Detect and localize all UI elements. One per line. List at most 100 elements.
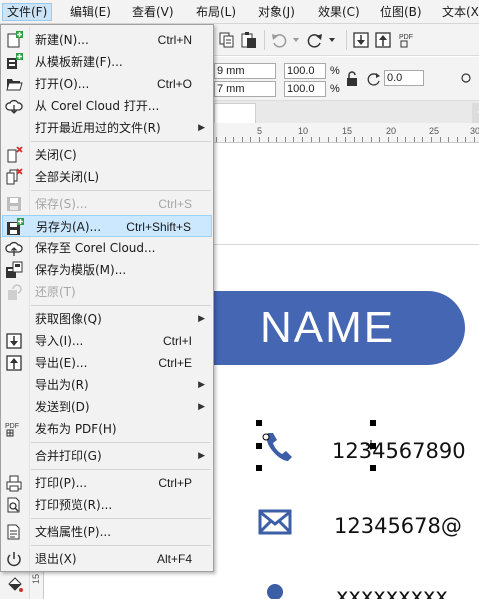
menu-item-revert[interactable]: 还原(T) — [2, 281, 212, 303]
add-tab-icon[interactable]: + — [472, 103, 479, 123]
vertical-ruler[interactable]: 15 — [30, 570, 44, 599]
email-text[interactable]: 12345678@ — [334, 514, 462, 538]
menu-item-send-to[interactable]: 发送到(D) ▶ — [2, 396, 212, 418]
submenu-arrow-icon: ▶ — [198, 451, 205, 461]
menu-item-export-as[interactable]: 导出为(R) ▶ — [2, 374, 212, 396]
menu-item-label: 获取图像(Q) — [35, 312, 102, 326]
menu-separator — [31, 305, 211, 306]
ruler-tick — [233, 137, 234, 142]
menu-item-exit[interactable]: 退出(X) Alt+F4 — [2, 548, 212, 570]
menu-effects[interactable]: 效果(C) — [314, 3, 364, 21]
undo-icon[interactable] — [270, 31, 288, 49]
ruler-tick — [371, 137, 372, 142]
menu-item-new[interactable]: 新建(N)... Ctrl+N — [2, 29, 212, 51]
menu-item-label: 导入(I)... — [35, 334, 84, 348]
selection-handle[interactable] — [370, 465, 376, 471]
selection-handle[interactable] — [256, 465, 262, 471]
print-preview-icon — [7, 497, 20, 513]
ruler-label: 20 — [386, 126, 397, 136]
menu-item-label: 打开(O)... — [35, 77, 90, 91]
copy-icon[interactable] — [218, 31, 236, 49]
selection-handle[interactable] — [370, 420, 376, 426]
menu-bitmap[interactable]: 位图(B) — [376, 3, 426, 21]
ruler-tick — [431, 137, 432, 142]
import-icon[interactable] — [352, 31, 370, 49]
menu-item-label: 从 Corel Cloud 打开... — [35, 99, 160, 113]
revert-icon — [8, 284, 22, 300]
name-text[interactable]: NAME — [260, 300, 395, 356]
menu-item-publish-pdf[interactable]: PDF 发布为 PDF(H) — [2, 418, 212, 440]
new-document-icon — [7, 31, 23, 48]
rotation-field[interactable]: 0.0 — [384, 70, 424, 86]
menu-item-print[interactable]: 打印(P)... Ctrl+P — [2, 472, 212, 494]
menu-item-acquire-image[interactable]: 获取图像(Q) ▶ — [2, 308, 212, 330]
phone-text[interactable]: 1234567890 — [332, 439, 466, 463]
svg-text:PDF: PDF — [5, 423, 19, 430]
selection-handle[interactable] — [256, 443, 262, 449]
property-bar: 9 mm 7 mm 100.0 100.0 % % 0.0 — [214, 57, 479, 101]
ruler-tick — [285, 137, 286, 142]
menu-item-save-as-template[interactable]: 保存为模版(M)... — [2, 259, 212, 281]
ruler-tick — [259, 137, 260, 142]
menu-item-label: 文档属性(P)... — [35, 525, 112, 539]
location-icon[interactable] — [265, 582, 285, 599]
ruler-tick — [268, 137, 269, 142]
menu-item-label: 新建(N)... — [35, 33, 89, 47]
menu-object[interactable]: 对象(J) — [254, 3, 299, 21]
menu-item-close[interactable]: 关闭(C) — [2, 144, 212, 166]
menu-item-save-as[interactable]: 另存为(A)... Ctrl+Shift+S — [2, 215, 212, 237]
redo-dropdown-icon[interactable] — [324, 31, 342, 49]
toolbar-separator — [346, 30, 347, 50]
position-x-field[interactable]: 9 mm — [214, 63, 276, 79]
selection-handle[interactable] — [256, 420, 262, 426]
menu-item-open[interactable]: 打开(O)... Ctrl+O — [2, 73, 212, 95]
position-y-field[interactable]: 7 mm — [214, 81, 276, 97]
menu-separator — [31, 545, 211, 546]
menu-separator — [31, 190, 211, 191]
paste-icon[interactable] — [240, 31, 258, 49]
menu-item-document-properties[interactable]: 文档属性(P)... — [2, 521, 212, 543]
menu-item-label: 发布为 PDF(H) — [35, 422, 117, 436]
menu-layout[interactable]: 布局(L) — [192, 3, 240, 21]
horizontal-ruler[interactable]: 5 10 15 20 25 30 — [214, 123, 479, 143]
mail-icon[interactable] — [258, 509, 292, 535]
menu-item-open-cloud[interactable]: 从 Corel Cloud 打开... — [2, 95, 212, 117]
menu-bar: 文件(F) 编辑(E) 查看(V) 布局(L) 对象(J) 效果(C) 位图(B… — [0, 0, 479, 24]
scale-y-field[interactable]: 100.0 — [284, 81, 326, 97]
menu-edit[interactable]: 编辑(E) — [66, 3, 115, 21]
lock-ratio-icon[interactable] — [345, 71, 359, 87]
menu-item-save[interactable]: 保存(S)... Ctrl+S — [2, 193, 212, 215]
address-text[interactable]: xxxxxxxxx — [336, 584, 448, 599]
ruler-tick — [345, 137, 346, 142]
ruler-tick — [379, 137, 380, 142]
menu-item-save-to-cloud[interactable]: 保存至 Corel Cloud... — [2, 237, 212, 259]
print-icon — [6, 475, 22, 492]
center-marker-icon — [262, 433, 270, 441]
undo-dropdown-icon[interactable] — [288, 31, 306, 49]
menu-item-label: 全部关闭(L) — [35, 170, 100, 184]
document-tab[interactable] — [214, 103, 256, 123]
menu-file[interactable]: 文件(F) — [2, 3, 53, 21]
menu-item-new-from-template[interactable]: 从模板新建(F)... — [2, 51, 212, 73]
menu-view[interactable]: 查看(V) — [128, 3, 178, 21]
menu-text[interactable]: 文本(X) — [438, 3, 479, 21]
scale-y-unit: % — [330, 83, 340, 95]
publish-pdf-icon[interactable]: PDF — [398, 31, 416, 49]
export-icon[interactable] — [374, 31, 392, 49]
scale-x-field[interactable]: 100.0 — [284, 63, 326, 79]
menu-item-close-all[interactable]: 全部关闭(L) — [2, 166, 212, 188]
menu-item-import[interactable]: 导入(I)... Ctrl+I — [2, 330, 212, 352]
menu-item-print-merge[interactable]: 合并打印(G) ▶ — [2, 445, 212, 467]
menu-item-print-preview[interactable]: 打印预览(R)... — [2, 494, 212, 516]
menu-separator — [31, 141, 211, 142]
ruler-tick — [422, 137, 423, 142]
redo-icon[interactable] — [306, 31, 324, 49]
ruler-tick — [457, 137, 458, 142]
menu-item-open-recent[interactable]: 打开最近用过的文件(R) ▶ — [2, 117, 212, 139]
mirror-circle-icon[interactable] — [460, 72, 472, 84]
menu-item-export[interactable]: 导出(E)... Ctrl+E — [2, 352, 212, 374]
pdf-icon: PDF — [5, 423, 19, 437]
fill-tool-icon[interactable] — [6, 576, 24, 594]
import-icon — [6, 333, 22, 349]
menu-item-label: 保存至 Corel Cloud... — [35, 241, 156, 255]
